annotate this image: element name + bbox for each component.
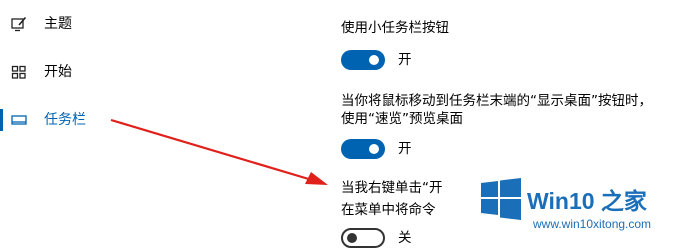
watermark-brand: Win10 之家 xyxy=(527,188,647,214)
windows-logo-icon xyxy=(481,178,521,220)
watermark-url: www.win10xitong.com xyxy=(533,217,652,231)
win10-watermark: Win10 之家 www.win10xitong.com xyxy=(467,162,685,248)
